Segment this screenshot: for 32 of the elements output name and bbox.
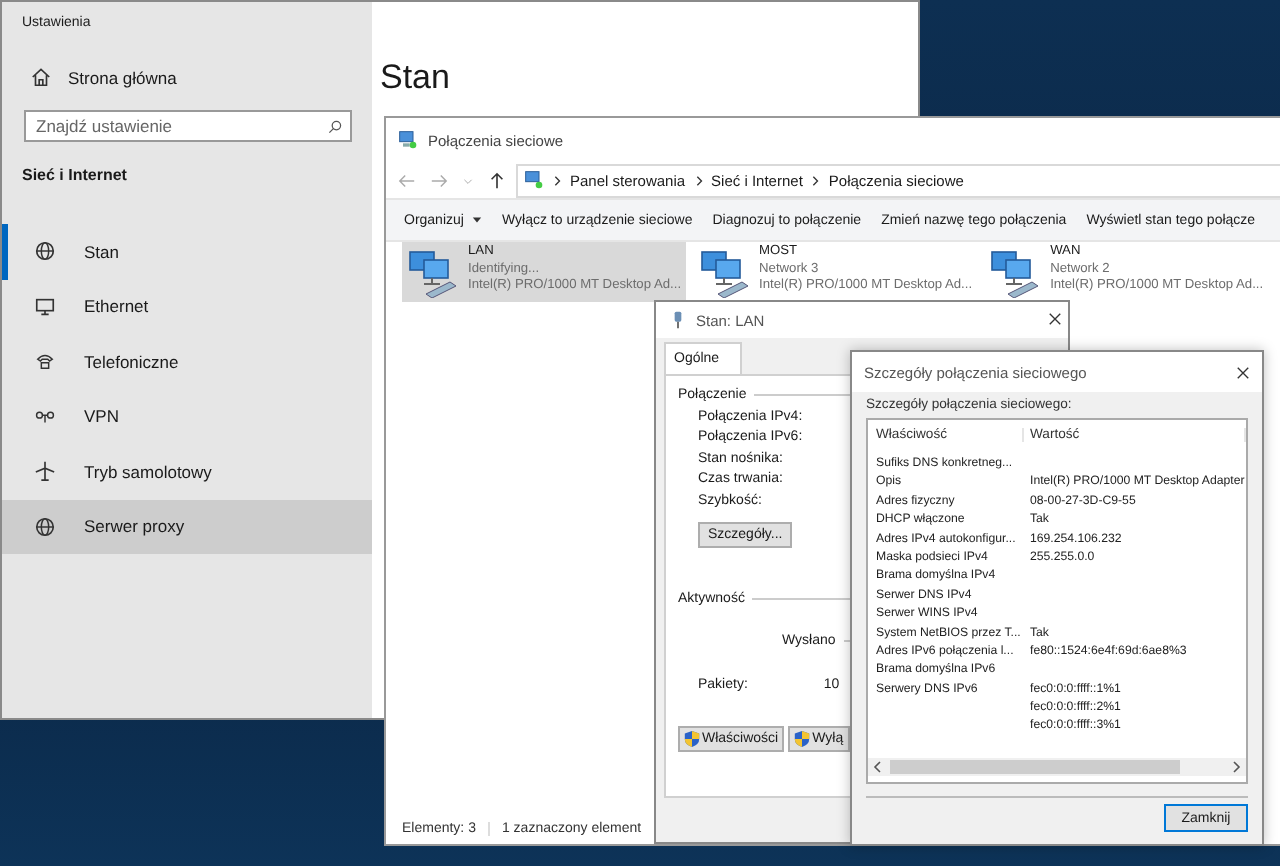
home-link[interactable]: Strona główna <box>2 66 372 88</box>
computer-icon <box>398 130 418 150</box>
sidebar-item[interactable]: Ethernet <box>2 279 372 334</box>
back-arrow-icon[interactable] <box>398 171 416 189</box>
network-computers-icon <box>406 246 462 298</box>
sidebar-item[interactable]: Stan <box>2 224 372 279</box>
caret-icon <box>471 216 482 224</box>
search-field[interactable]: Znajdź ustawienie <box>24 110 352 142</box>
globe-icon <box>34 515 56 538</box>
close-icon[interactable] <box>1236 365 1250 379</box>
up-arrow-icon[interactable] <box>488 171 506 189</box>
sidebar-item[interactable]: Serwer proxy <box>2 499 372 554</box>
search-icon <box>328 119 342 133</box>
forward-arrow-icon[interactable] <box>430 171 448 189</box>
network-computers-icon <box>697 246 754 298</box>
sidebar-item[interactable]: Telefoniczne <box>2 334 372 389</box>
close-icon[interactable] <box>1048 312 1062 326</box>
section-heading: Sieć i Internet <box>20 166 129 184</box>
phone-icon <box>34 350 56 373</box>
home-icon <box>30 66 52 88</box>
chevron-icon <box>693 173 704 187</box>
chevron-icon <box>552 173 562 187</box>
chevron-icon <box>810 173 821 187</box>
sidebar-item[interactable]: VPN <box>2 389 372 444</box>
horizontal-scrollbar[interactable] <box>868 758 1246 776</box>
sidebar-item[interactable]: Tryb samolotowy <box>2 444 372 499</box>
monitor-icon <box>34 295 56 318</box>
page-heading: Stan <box>380 58 452 98</box>
globe-icon <box>34 240 56 263</box>
computer-icon <box>524 170 544 190</box>
shield-icon <box>684 729 700 748</box>
shield-icon <box>794 729 811 748</box>
